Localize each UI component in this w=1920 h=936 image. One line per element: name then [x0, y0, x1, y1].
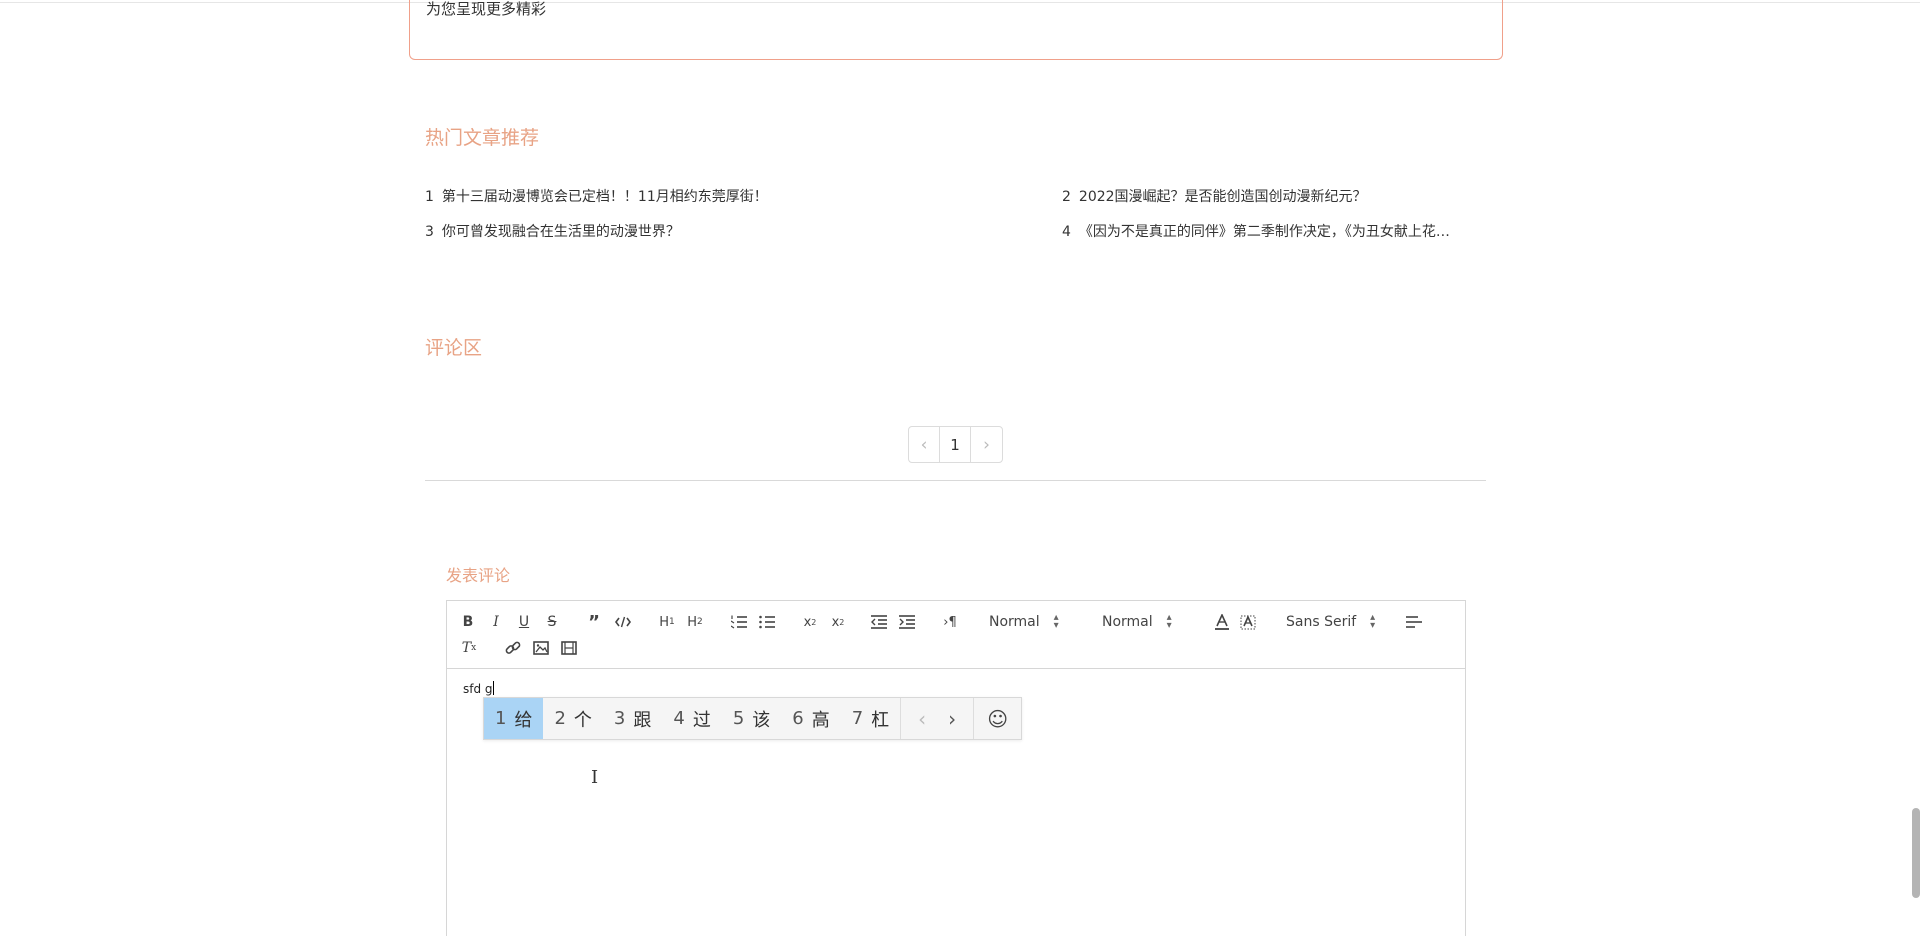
- header-select[interactable]: Normal ▴ ▾: [989, 611, 1059, 633]
- ime-candidate-char: 杠: [871, 709, 890, 731]
- banner-text: 为您呈现更多精彩: [426, 0, 547, 18]
- underline-icon[interactable]: U: [515, 611, 533, 633]
- font-family-select-value: Sans Serif: [1286, 614, 1357, 630]
- bold-icon[interactable]: B: [459, 611, 477, 633]
- next-page-button[interactable]: ›: [971, 427, 1002, 462]
- indent-icon[interactable]: [897, 611, 917, 633]
- hot-article-num: 4: [1062, 224, 1071, 240]
- outdent-icon[interactable]: [869, 611, 889, 633]
- ime-candidate-char: 个: [573, 709, 592, 731]
- ime-candidate-number: 6: [792, 708, 804, 729]
- ime-page-nav: ‹ ›: [900, 698, 973, 739]
- ime-candidate-char: 过: [692, 709, 711, 731]
- editor-text-content: sfd g: [463, 682, 493, 696]
- ime-next-page-icon[interactable]: ›: [937, 707, 967, 731]
- select-caret-icon: ▴ ▾: [1370, 612, 1376, 631]
- hot-article-title: 2022国漫崛起？是否能创造国创动漫新纪元？: [1078, 189, 1367, 205]
- size-select[interactable]: Normal ▴ ▾: [1102, 611, 1172, 633]
- ime-candidate-char: 给: [514, 709, 533, 731]
- hot-article-link[interactable]: 1 第十三届动漫博览会已定档！！11月相约东莞厚街！: [425, 186, 865, 206]
- pagination: ‹ 1 ›: [908, 426, 1003, 463]
- ime-candidate-number: 7: [851, 708, 864, 729]
- ime-candidate-number: 4: [673, 708, 685, 729]
- header-select-value: Normal: [989, 614, 1040, 630]
- hot-article-link[interactable]: 4 《因为不是真正的同伴》第二季制作决定，《为丑女献上花…: [1062, 221, 1484, 241]
- rich-text-editor: B I U S ” H1 H2 x2 x2 ›¶ Normal ▴ ▾ Norma…: [446, 600, 1466, 936]
- ime-candidate-number: 5: [732, 708, 745, 729]
- font-family-select[interactable]: Sans Serif ▴ ▾: [1286, 611, 1375, 633]
- ime-emoji-icon[interactable]: ☺: [973, 698, 1021, 739]
- clear-format-icon[interactable]: Tx: [459, 637, 479, 659]
- video-icon[interactable]: [559, 637, 579, 659]
- hot-article-title: 《因为不是真正的同伴》第二季制作决定，《为丑女献上花…: [1078, 224, 1450, 240]
- hot-article-title: 第十三届动漫博览会已定档！！11月相约东莞厚街！: [441, 189, 768, 205]
- hot-article-link[interactable]: 3 你可曾发现融合在生活里的动漫世界？: [425, 221, 865, 241]
- text-direction-icon[interactable]: ›¶: [940, 611, 960, 633]
- ime-candidate-char: 高: [811, 709, 830, 731]
- align-icon[interactable]: [1404, 611, 1424, 633]
- hot-article-num: 3: [425, 224, 434, 240]
- page-scrollbar-thumb[interactable]: [1912, 808, 1920, 898]
- ime-prev-page-icon[interactable]: ‹: [907, 707, 937, 731]
- ime-candidate-char: 跟: [633, 709, 652, 731]
- select-caret-icon: ▴ ▾: [1166, 612, 1172, 631]
- code-block-icon[interactable]: [613, 611, 633, 633]
- ime-candidate-popup: 1给 2个 3跟 4过 5该 6高 7杠 ‹ › ☺: [483, 697, 1023, 740]
- prev-page-button[interactable]: ‹: [909, 427, 940, 462]
- ime-candidate[interactable]: 4过: [662, 698, 721, 739]
- text-caret: [492, 681, 494, 695]
- editor-toolbar: B I U S ” H1 H2 x2 x2 ›¶ Normal ▴ ▾ Norma…: [447, 601, 1465, 669]
- ime-candidate[interactable]: 1给: [484, 698, 544, 739]
- superscript-icon[interactable]: x2: [827, 611, 849, 633]
- ime-candidate-char: 该: [752, 709, 771, 731]
- hot-article-num: 2: [1062, 189, 1071, 205]
- font-color-icon[interactable]: [1212, 611, 1232, 633]
- select-caret-icon: ▴ ▾: [1053, 612, 1059, 631]
- hot-article-link[interactable]: 2 2022国漫崛起？是否能创造国创动漫新纪元？: [1062, 186, 1492, 206]
- ime-candidate-number: 2: [554, 708, 566, 729]
- blockquote-icon[interactable]: ”: [585, 611, 603, 633]
- heading-2-icon[interactable]: H2: [684, 611, 706, 633]
- post-comment-title: 发表评论: [446, 566, 511, 585]
- ime-candidate-number: 1: [495, 708, 507, 729]
- hot-article-num: 1: [425, 189, 434, 205]
- ordered-list-icon[interactable]: [729, 611, 749, 633]
- hot-articles-title: 热门文章推荐: [425, 127, 540, 149]
- ime-candidate[interactable]: 5该: [722, 698, 781, 739]
- ime-candidate[interactable]: 3跟: [603, 698, 662, 739]
- background-color-icon[interactable]: [1238, 611, 1258, 633]
- ime-candidate[interactable]: 7杠: [841, 698, 900, 739]
- link-icon[interactable]: [503, 637, 523, 659]
- text-cursor-icon: I: [591, 767, 599, 788]
- ime-candidate[interactable]: 6高: [781, 698, 840, 739]
- banner-box: 为您呈现更多精彩: [409, 0, 1503, 60]
- ime-candidate-number: 3: [613, 708, 626, 729]
- strikethrough-icon[interactable]: S: [543, 611, 561, 633]
- editor-text: sfd g: [463, 681, 494, 696]
- bullet-list-icon[interactable]: [757, 611, 777, 633]
- page-1-button[interactable]: 1: [940, 427, 971, 462]
- divider: [425, 480, 1486, 481]
- hot-article-title: 你可曾发现融合在生活里的动漫世界？: [441, 224, 680, 240]
- italic-icon[interactable]: I: [487, 611, 505, 633]
- comments-title: 评论区: [425, 337, 483, 359]
- size-select-value: Normal: [1102, 614, 1153, 630]
- heading-1-icon[interactable]: H1: [656, 611, 678, 633]
- ime-candidate[interactable]: 2个: [543, 698, 602, 739]
- image-icon[interactable]: [531, 637, 551, 659]
- subscript-icon[interactable]: x2: [799, 611, 821, 633]
